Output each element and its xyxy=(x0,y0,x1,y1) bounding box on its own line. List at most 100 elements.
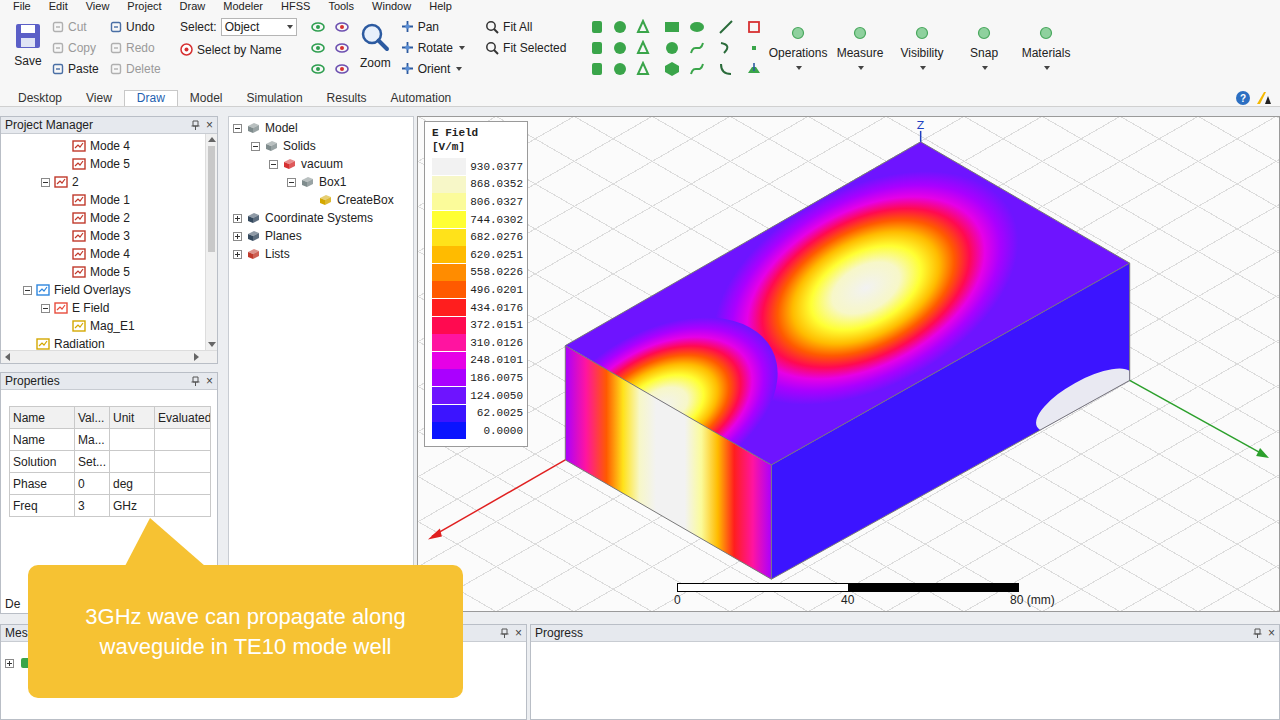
solid-shape-icon[interactable] xyxy=(635,40,651,56)
sheet-shape-icon[interactable] xyxy=(688,19,706,35)
property-row[interactable]: SolutionSet... xyxy=(10,451,211,473)
vertical-scrollbar[interactable] xyxy=(205,134,217,350)
expander-icon[interactable] xyxy=(251,142,260,151)
selection-tool-icon[interactable] xyxy=(334,61,350,77)
expander-icon[interactable] xyxy=(287,178,296,187)
scroll-thumb[interactable] xyxy=(208,146,215,252)
tree-item[interactable]: Solids xyxy=(229,137,413,155)
tree-item[interactable]: CreateBox xyxy=(229,191,413,209)
point-icon[interactable] xyxy=(746,40,762,56)
close-button[interactable]: × xyxy=(206,375,213,387)
panel-tab[interactable]: De xyxy=(5,597,20,611)
pin-icon[interactable] xyxy=(191,120,200,131)
property-value[interactable]: Ma... xyxy=(75,429,110,451)
solid-shape-icon[interactable] xyxy=(589,40,605,56)
tree-item[interactable]: Mode 4 xyxy=(1,137,205,155)
select-by-name-button[interactable]: Select by Name xyxy=(180,39,300,60)
menu-item[interactable]: Help xyxy=(420,0,461,12)
ribbon-tab[interactable]: Simulation xyxy=(235,91,315,106)
menu-item[interactable]: Window xyxy=(363,0,420,12)
property-value[interactable]: Set... xyxy=(75,451,110,473)
tree-item[interactable]: 2 xyxy=(1,173,205,191)
close-button[interactable]: × xyxy=(206,119,213,131)
fit-button[interactable]: Fit All xyxy=(485,16,573,37)
solid-shape-icon[interactable] xyxy=(635,19,651,35)
edit-action[interactable]: Copy xyxy=(52,37,108,58)
ribbon-group-button[interactable]: Measure xyxy=(834,16,886,70)
ribbon-tab[interactable]: Automation xyxy=(379,91,464,106)
property-value[interactable]: 3 xyxy=(75,495,110,517)
pin-icon[interactable] xyxy=(191,376,200,387)
plane-icon[interactable] xyxy=(746,61,762,77)
tree-item[interactable]: Coordinate Systems xyxy=(229,209,413,227)
expander-icon[interactable] xyxy=(233,250,242,259)
solid-shape-icon[interactable] xyxy=(612,40,628,56)
tree-item[interactable]: Mag_E1 xyxy=(1,317,205,335)
expander-icon[interactable] xyxy=(233,124,242,133)
property-row[interactable]: NameMa... xyxy=(10,429,211,451)
3d-viewport[interactable]: ZE Field[V/m]930.0377868.0352806.0327744… xyxy=(417,116,1280,612)
tree-item[interactable]: Lists xyxy=(229,245,413,263)
sheet-shape-icon[interactable] xyxy=(688,61,706,77)
menu-item[interactable]: Project xyxy=(118,0,170,12)
view-tool[interactable]: Pan xyxy=(401,16,465,37)
selection-tool-icon[interactable] xyxy=(310,40,326,56)
solid-shape-icon[interactable] xyxy=(635,61,651,77)
fit-button[interactable]: Fit Selected xyxy=(485,37,573,58)
ribbon-tab[interactable]: Desktop xyxy=(6,91,74,106)
zoom-button[interactable]: Zoom xyxy=(360,16,391,70)
ribbon-tab[interactable]: Draw xyxy=(124,90,178,106)
property-row[interactable]: Freq3GHz xyxy=(10,495,211,517)
field-legend[interactable]: E Field[V/m]930.0377868.0352806.0327744.… xyxy=(424,121,528,447)
menu-item[interactable]: File xyxy=(4,0,40,12)
expander-icon[interactable] xyxy=(23,286,32,295)
expander-icon[interactable] xyxy=(41,304,50,313)
menu-item[interactable]: Edit xyxy=(40,0,77,12)
scroll-right-icon[interactable] xyxy=(194,353,199,361)
ribbon-group-button[interactable]: Materials xyxy=(1020,16,1072,70)
edit-action[interactable]: Paste xyxy=(52,58,108,79)
edit-action[interactable]: Redo xyxy=(110,37,170,58)
scroll-up-icon[interactable] xyxy=(208,137,216,142)
line-tool-icon[interactable] xyxy=(718,40,734,56)
selection-tool-icon[interactable] xyxy=(334,19,350,35)
column-header[interactable]: Val... xyxy=(75,407,110,429)
close-button[interactable]: × xyxy=(515,627,522,639)
sheet-shape-icon[interactable] xyxy=(663,61,681,77)
menu-item[interactable]: Tools xyxy=(319,0,363,12)
tree-item[interactable]: Mode 3 xyxy=(1,227,205,245)
save-button[interactable]: Save xyxy=(14,16,42,68)
tree-item[interactable]: Model xyxy=(229,119,413,137)
expander-icon[interactable] xyxy=(269,160,278,169)
tree-item[interactable]: Mode 1 xyxy=(1,191,205,209)
line-tool-icon[interactable] xyxy=(718,61,734,77)
tree-item[interactable]: vacuum xyxy=(229,155,413,173)
sheet-shape-icon[interactable] xyxy=(663,40,681,56)
solid-shape-icon[interactable] xyxy=(589,19,605,35)
solid-shape-icon[interactable] xyxy=(612,19,628,35)
edit-action[interactable]: Undo xyxy=(110,16,170,37)
property-row[interactable]: Phase0deg xyxy=(10,473,211,495)
sheet-shape-icon[interactable] xyxy=(663,19,681,35)
expander-icon[interactable] xyxy=(41,178,50,187)
help-button[interactable]: ? xyxy=(1236,91,1250,105)
scroll-left-icon[interactable] xyxy=(5,353,10,361)
tree-item[interactable]: E Field xyxy=(1,299,205,317)
menu-item[interactable]: Modeler xyxy=(214,0,272,12)
select-dropdown[interactable]: Object xyxy=(221,18,297,36)
box-outline-icon[interactable] xyxy=(746,19,762,35)
ribbon-group-button[interactable]: Visibility xyxy=(896,16,948,70)
solid-shape-icon[interactable] xyxy=(612,61,628,77)
edit-action[interactable]: Delete xyxy=(110,58,170,79)
tree-item[interactable]: Field Overlays xyxy=(1,281,205,299)
line-tool-icon[interactable] xyxy=(718,19,734,35)
horizontal-scrollbar[interactable] xyxy=(1,350,217,363)
close-button[interactable]: × xyxy=(1268,627,1275,639)
tree-item[interactable]: Box1 xyxy=(229,173,413,191)
view-tool[interactable]: Rotate xyxy=(401,37,465,58)
tree-item[interactable]: Mode 5 xyxy=(1,155,205,173)
edit-action[interactable]: Cut xyxy=(52,16,108,37)
expander-icon[interactable] xyxy=(5,659,14,668)
field-plot[interactable]: Z xyxy=(418,117,1279,611)
solid-shape-icon[interactable] xyxy=(589,61,605,77)
